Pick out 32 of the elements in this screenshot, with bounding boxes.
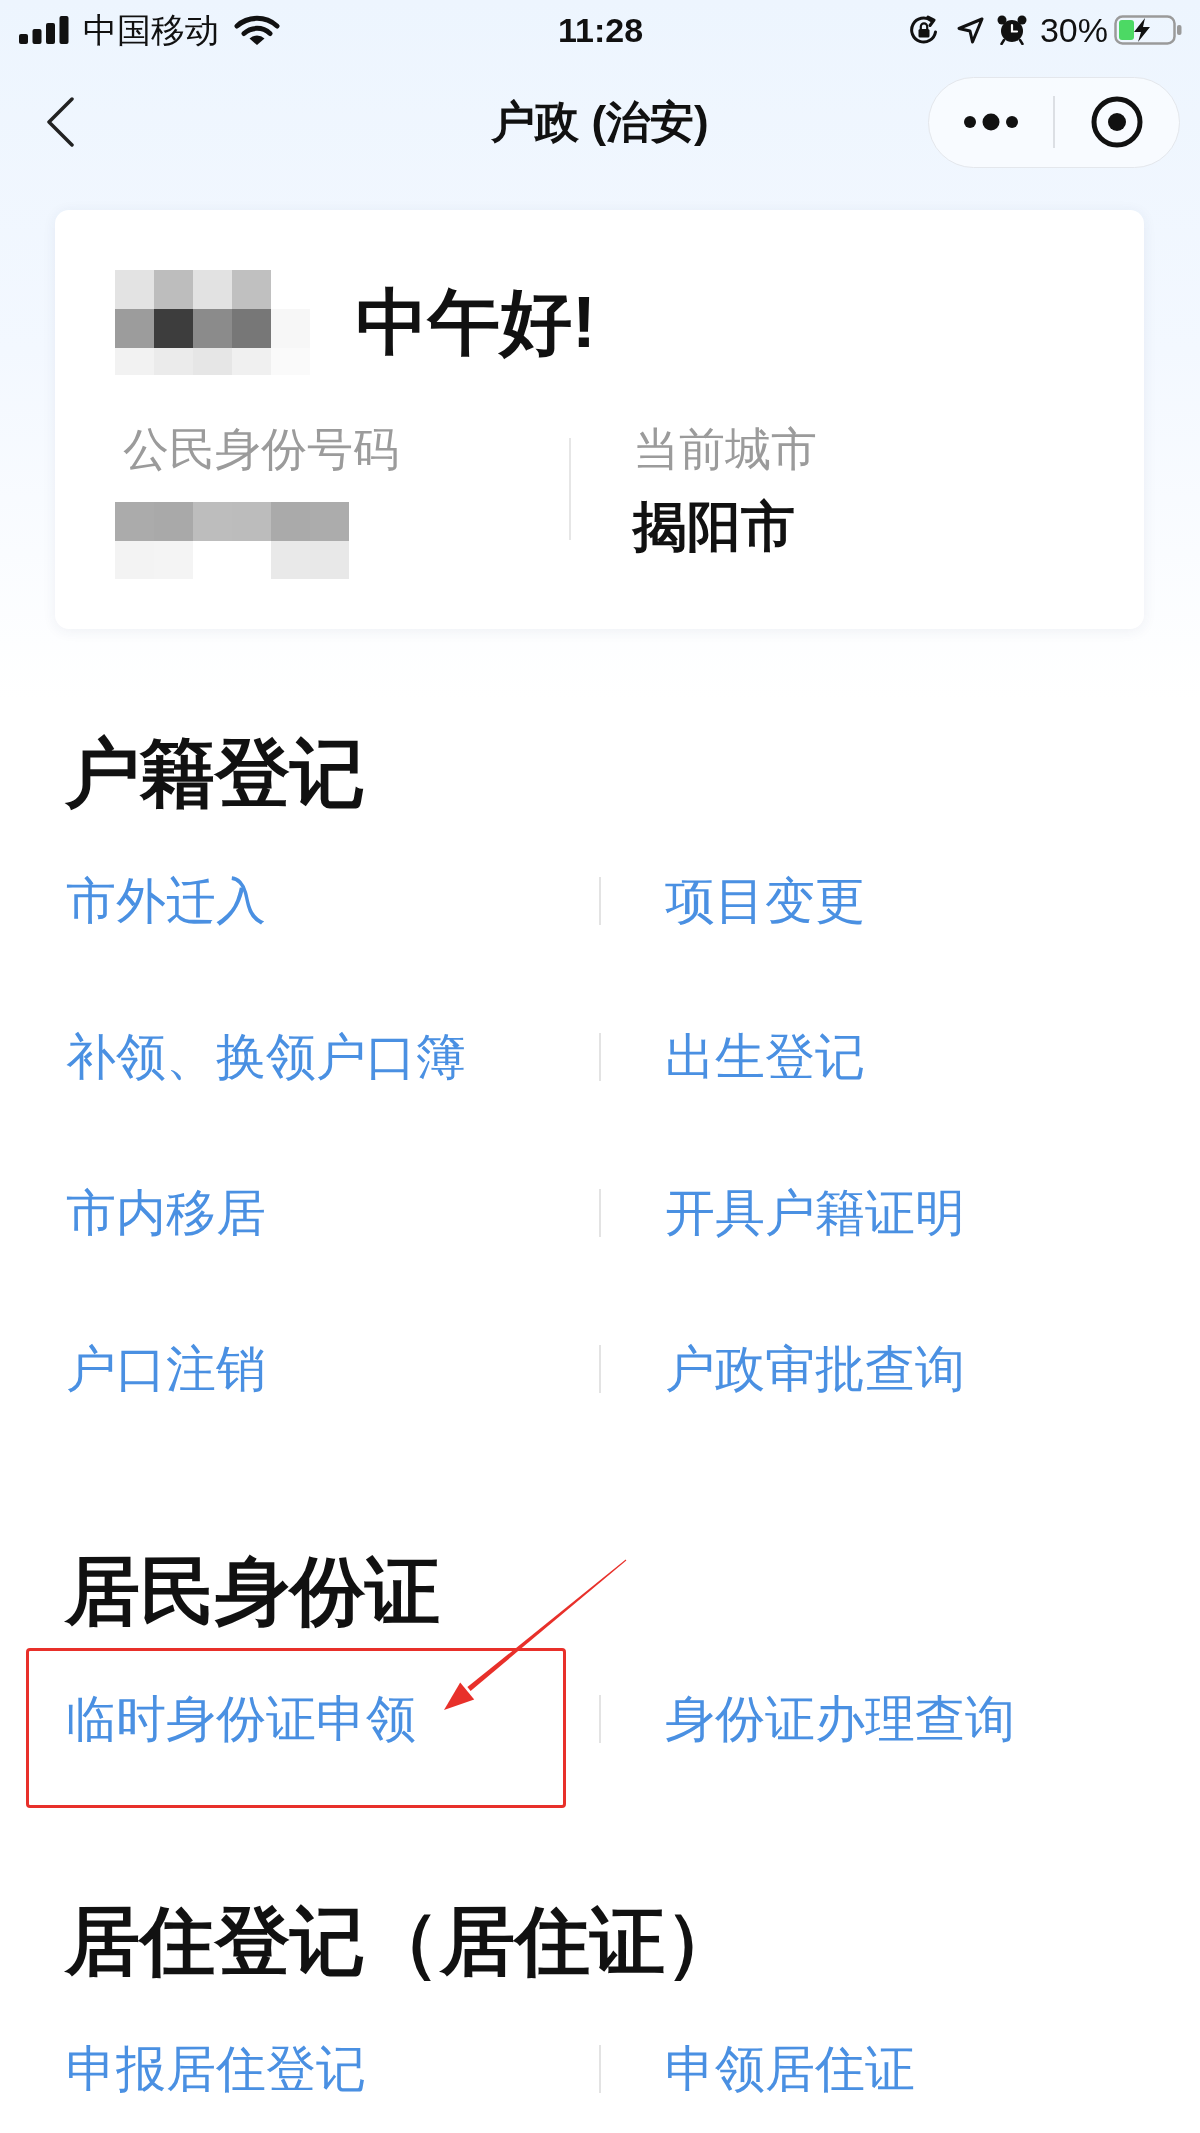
id-number-label: 公民身份号码 — [123, 422, 399, 477]
signal-bars-icon — [19, 16, 69, 44]
service-link[interactable]: 补领、换领户口簿 — [66, 1026, 466, 1088]
section-heading: 户籍登记 — [65, 730, 365, 817]
service-link[interactable]: 出生登记 — [664, 1026, 865, 1088]
battery-percent: 30% — [1039, 10, 1108, 50]
service-link[interactable]: 户政审批查询 — [664, 1338, 965, 1400]
service-link[interactable]: 身份证办理查询 — [664, 1688, 1015, 1750]
greeting-text: 中午好! — [356, 282, 596, 363]
battery-charging-icon — [1114, 15, 1182, 45]
service-link[interactable]: 申领居住证 — [664, 2038, 915, 2100]
service-link[interactable]: 申报居住登记 — [66, 2038, 366, 2100]
service-link[interactable]: 项目变更 — [664, 870, 865, 932]
service-link[interactable]: 临时身份证申领 — [66, 1688, 416, 1750]
wifi-icon — [234, 14, 280, 46]
service-link[interactable]: 市内移居 — [66, 1182, 266, 1244]
service-link[interactable]: 户口注销 — [66, 1338, 266, 1400]
service-link[interactable]: 市外迁入 — [66, 870, 266, 932]
dots-icon — [964, 113, 1019, 131]
page-title: 户政 (治安) — [491, 96, 709, 148]
city-value: 揭阳市 — [632, 496, 795, 556]
service-link[interactable]: 开具户籍证明 — [664, 1182, 965, 1244]
alarm-clock-icon — [996, 15, 1027, 45]
rotation-lock-icon — [908, 15, 939, 45]
circle-dot-icon — [1090, 96, 1143, 148]
section-heading: 居住登记（居住证） — [65, 1898, 740, 1985]
city-label: 当前城市 — [632, 422, 817, 477]
status-time: 11:28 — [557, 10, 644, 50]
location-arrow-icon — [956, 16, 984, 44]
section-heading: 居民身份证 — [65, 1548, 440, 1635]
chevron-left-icon — [46, 97, 74, 147]
carrier-name: 中国移动 — [83, 10, 219, 50]
